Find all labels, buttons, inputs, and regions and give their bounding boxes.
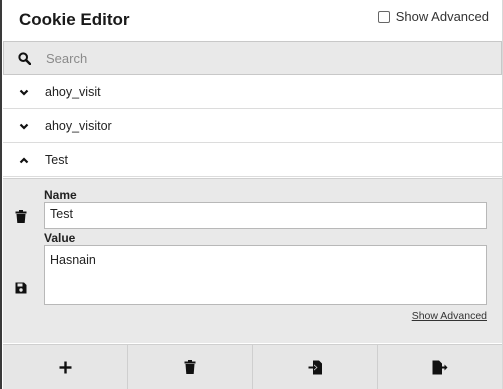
chevron-down-icon [3,123,45,130]
show-advanced-label: Show Advanced [395,9,489,24]
cookie-name: ahoy_visitor [45,119,112,133]
cookie-name: Test [45,153,68,167]
add-cookie-button[interactable] [3,345,128,389]
cookie-row-expanded[interactable]: Test [3,144,502,177]
search-bar [3,41,502,75]
export-button[interactable] [378,345,502,389]
import-icon [308,360,323,375]
app-title: Cookie Editor [19,10,130,29]
cookie-editor-panel: Name Test Value Hasnain Show Advanced [3,178,502,343]
cookie-name: ahoy_visit [45,85,101,99]
name-field[interactable]: Test [44,202,487,229]
show-advanced-link[interactable]: Show Advanced [412,310,487,322]
cookie-row[interactable]: ahoy_visit [3,76,502,109]
show-advanced-checkbox[interactable] [377,10,390,23]
cookie-row[interactable]: ahoy_visitor [3,110,502,143]
header: Cookie Editor Show Advanced [0,0,503,40]
value-label: Value [44,231,76,245]
save-icon[interactable] [15,282,27,294]
name-label: Name [44,188,77,202]
chevron-down-icon [3,89,45,96]
search-icon [4,51,44,65]
chevron-up-icon [3,156,45,164]
plus-icon [59,361,72,374]
value-field[interactable]: Hasnain [44,245,487,305]
import-button[interactable] [253,345,378,389]
bottom-toolbar [3,344,502,389]
search-input[interactable] [44,49,448,67]
export-icon [432,360,448,375]
trash-icon [184,360,196,374]
show-advanced-toggle[interactable]: Show Advanced [377,9,489,24]
trash-icon[interactable] [15,210,27,223]
delete-all-button[interactable] [128,345,253,389]
